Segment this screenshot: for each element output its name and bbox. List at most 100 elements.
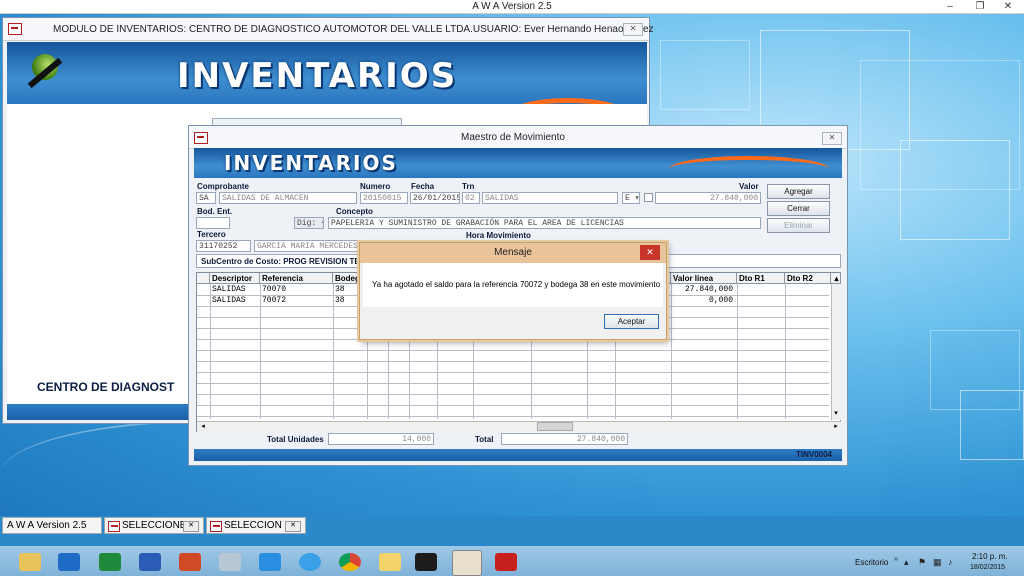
bg-decoration	[960, 390, 1024, 460]
valor-label: Valor	[739, 182, 759, 191]
bod-ent-field[interactable]	[196, 217, 230, 229]
clock-time[interactable]: 2:10 p. m.	[972, 552, 1008, 561]
total-label: Total	[475, 435, 494, 444]
app-title: A W A Version 2.5	[472, 1, 552, 12]
scroll-left-icon[interactable]: ◂	[198, 421, 208, 432]
grid-line	[197, 372, 829, 373]
main-banner: INVENTARIOS	[7, 42, 647, 104]
comprobante-desc-field: SALIDAS DE ALMACEN	[219, 192, 357, 204]
valor-field: 27.840,000	[655, 192, 761, 204]
word-icon[interactable]	[139, 553, 161, 571]
eliminar-button[interactable]: Eliminar	[767, 218, 830, 233]
scroll-up-icon[interactable]: ▴	[831, 273, 841, 284]
trn-desc-field: SALIDAS	[482, 192, 618, 204]
total-unidades-label: Total Unidades	[267, 435, 324, 444]
restore-button[interactable]: ❐	[968, 0, 992, 13]
close-icon[interactable]: ✕	[285, 521, 301, 532]
tab-awa[interactable]: A W A Version 2.5	[2, 517, 102, 534]
scroll-down-icon[interactable]: ▾	[831, 409, 841, 419]
tercero-code-field[interactable]: 31170252	[196, 240, 251, 252]
app-icon	[8, 23, 22, 35]
main-footer-text: CENTRO DE DIAGNOST	[37, 380, 175, 394]
chrome-icon[interactable]	[339, 553, 361, 571]
chevron-down-icon: ▾	[316, 219, 323, 228]
concepto-label: Concepto	[336, 207, 373, 216]
total-unidades-field: 14,000	[328, 433, 434, 445]
close-window-button[interactable]: ✕	[623, 23, 643, 36]
row2-valor-linea[interactable]: 0,000	[671, 296, 735, 306]
bg-decoration	[900, 140, 1010, 240]
app-title-bar: A W A Version 2.5 – ❐ ✕	[0, 0, 1024, 14]
tab-seleccione[interactable]: SELECCIONE... ✕	[104, 517, 204, 534]
dialog-title: Mensaje	[494, 247, 532, 258]
accept-button[interactable]: Aceptar	[604, 314, 659, 329]
dig-select-value: Dig:	[297, 219, 317, 228]
descriptor-header: Descriptor	[210, 273, 260, 284]
total-field: 27.840,000	[501, 433, 628, 445]
fecha-field[interactable]: 26/01/2015	[410, 192, 460, 204]
app-icon	[194, 132, 208, 144]
flag-icon[interactable]: ⚑	[918, 557, 926, 568]
scroll-right-icon[interactable]: ▸	[831, 421, 841, 432]
grid-line	[197, 394, 829, 395]
dialog-body: Ya ha agotado el saldo para la referenci…	[363, 263, 663, 307]
dig-select[interactable]: Dig: ▾	[294, 217, 324, 229]
comprobante-code-field[interactable]: SA	[196, 192, 216, 204]
agregar-button[interactable]: Agregar	[767, 184, 830, 199]
numero-field[interactable]: 20150015	[360, 192, 408, 204]
volume-icon[interactable]: ♪	[948, 557, 953, 567]
hora-movimiento-label: Hora Movimiento	[466, 231, 531, 240]
movement-window-title: Maestro de Movimiento	[461, 132, 565, 143]
close-app-button[interactable]: ✕	[996, 0, 1020, 13]
banner-title: INVENTARIOS	[177, 56, 458, 96]
awa-app-icon[interactable]	[452, 550, 482, 576]
scroll-thumb[interactable]	[537, 422, 573, 431]
row2-referencia[interactable]: 70072	[260, 296, 333, 306]
movement-banner-title: INVENTARIOS	[224, 151, 398, 175]
dialog-close-button[interactable]: ✕	[640, 245, 660, 260]
row1-referencia[interactable]: 70070	[260, 285, 333, 295]
teamviewer-icon[interactable]	[259, 553, 281, 571]
excel-icon[interactable]	[99, 553, 121, 571]
close-movement-button[interactable]: ✕	[822, 132, 842, 145]
chevron-up-icon[interactable]: ▴	[904, 557, 909, 568]
file-explorer-icon[interactable]	[19, 553, 41, 571]
bod-ent-label: Bod. Ent.	[197, 207, 233, 216]
grid-line	[197, 383, 829, 384]
network-icon[interactable]: ▦	[933, 557, 942, 568]
folder-icon[interactable]	[379, 553, 401, 571]
main-window-title: MODULO DE INVENTARIOS: CENTRO DE DIAGNOS…	[53, 24, 654, 35]
outlook-icon[interactable]	[58, 553, 80, 571]
vertical-scrollbar[interactable]	[831, 284, 841, 420]
close-icon[interactable]: ✕	[183, 521, 199, 532]
expand-tray-icon[interactable]: »	[894, 556, 898, 563]
row1-descriptor[interactable]: SALIDAS	[210, 285, 260, 295]
grid-line	[197, 416, 829, 417]
clock-date[interactable]: 18/02/2015	[970, 564, 1005, 571]
minimize-button[interactable]: –	[938, 0, 962, 13]
numero-label: Numero	[360, 182, 391, 191]
escritorio-label[interactable]: Escritorio	[855, 558, 888, 567]
row2-descriptor[interactable]: SALIDAS	[210, 296, 260, 306]
grid-line	[197, 350, 829, 351]
tab-seleccion[interactable]: SELECCION ... ✕	[206, 517, 306, 534]
concepto-field[interactable]: PAPELERIA Y SUMINISTRO DE GRABACIÓN PARA…	[328, 217, 761, 229]
cerrar-button[interactable]: Cerrar	[767, 201, 830, 216]
e-select[interactable]: E ▾	[622, 192, 640, 204]
tercero-name-field: GARCIA MARIA MERCEDES	[254, 240, 364, 252]
command-prompt-icon[interactable]	[415, 553, 437, 571]
movement-window-titlebar: Maestro de Movimiento ✕	[189, 126, 847, 149]
acrobat-icon[interactable]	[495, 553, 517, 571]
tab-awa-label: A W A Version 2.5	[7, 520, 87, 531]
calculator-icon[interactable]	[219, 553, 241, 571]
status-bar: TINV0004	[194, 449, 842, 461]
horizontal-scrollbar[interactable]	[197, 421, 841, 432]
internet-explorer-icon[interactable]	[299, 553, 321, 571]
row1-valor-linea[interactable]: 27.840,000	[671, 285, 735, 295]
checkbox[interactable]	[644, 193, 653, 202]
dto-r2-header: Dto R2	[785, 273, 831, 284]
status-code: TINV0004	[795, 450, 832, 459]
trn-code-field[interactable]: 02	[462, 192, 480, 204]
powerpoint-icon[interactable]	[179, 553, 201, 571]
referencia-header: Referencia	[260, 273, 333, 284]
